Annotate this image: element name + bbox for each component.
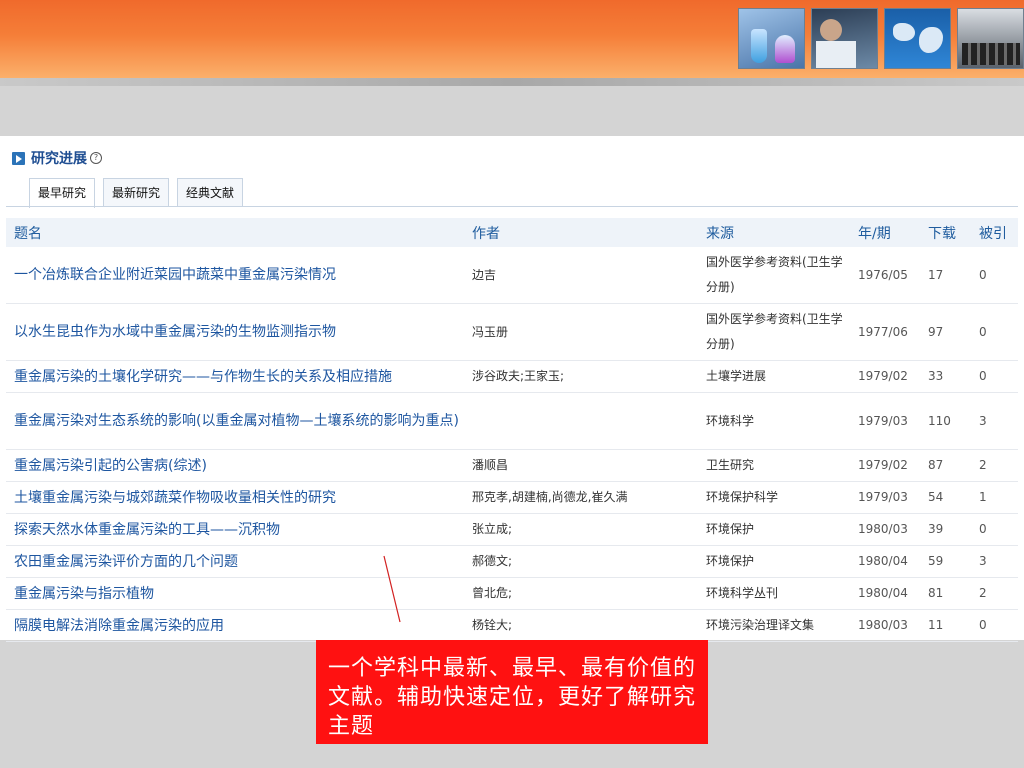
callout-text: 一个学科中最新、最早、最有价值的文献。辅助快速定位，更好了解研究主题 xyxy=(328,656,697,739)
annotation-callout: 一个学科中最新、最早、最有价值的文献。辅助快速定位，更好了解研究主题 xyxy=(316,640,708,744)
